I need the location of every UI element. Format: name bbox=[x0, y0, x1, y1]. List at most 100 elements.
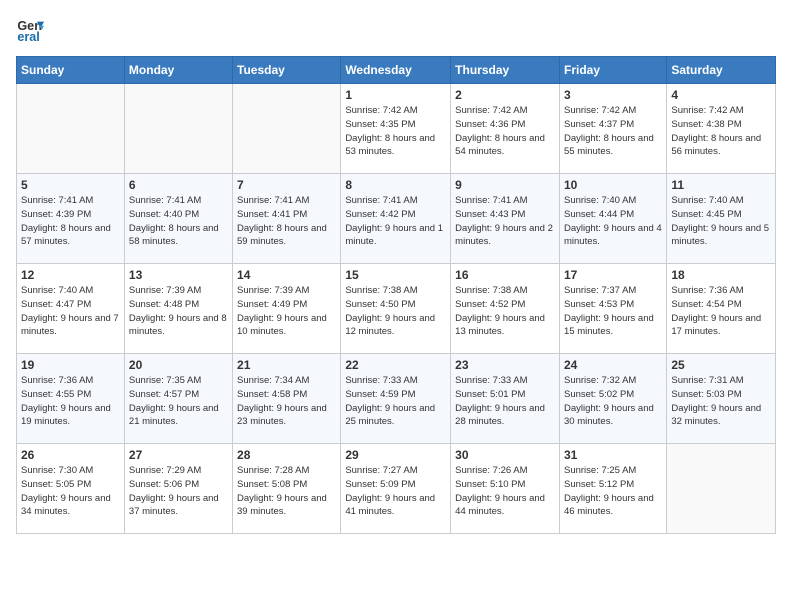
day-number: 24 bbox=[564, 358, 662, 372]
day-info: Sunrise: 7:41 AM Sunset: 4:40 PM Dayligh… bbox=[129, 194, 228, 249]
day-number: 31 bbox=[564, 448, 662, 462]
day-info: Sunrise: 7:25 AM Sunset: 5:12 PM Dayligh… bbox=[564, 464, 662, 519]
calendar-cell: 27 Sunrise: 7:29 AM Sunset: 5:06 PM Dayli… bbox=[124, 444, 232, 534]
weekday-header: Monday bbox=[124, 57, 232, 84]
day-info: Sunrise: 7:36 AM Sunset: 4:55 PM Dayligh… bbox=[21, 374, 120, 429]
calendar-week-row: 1 Sunrise: 7:42 AM Sunset: 4:35 PM Daylig… bbox=[17, 84, 776, 174]
weekday-header: Friday bbox=[559, 57, 666, 84]
day-info: Sunrise: 7:31 AM Sunset: 5:03 PM Dayligh… bbox=[671, 374, 771, 429]
calendar-cell bbox=[233, 84, 341, 174]
calendar-cell: 26 Sunrise: 7:30 AM Sunset: 5:05 PM Dayli… bbox=[17, 444, 125, 534]
calendar-week-row: 26 Sunrise: 7:30 AM Sunset: 5:05 PM Dayli… bbox=[17, 444, 776, 534]
day-info: Sunrise: 7:38 AM Sunset: 4:52 PM Dayligh… bbox=[455, 284, 555, 339]
day-info: Sunrise: 7:30 AM Sunset: 5:05 PM Dayligh… bbox=[21, 464, 120, 519]
calendar-cell: 15Sunrise: 7:38 AM Sunset: 4:50 PM Dayli… bbox=[341, 264, 451, 354]
day-number: 18 bbox=[671, 268, 771, 282]
day-info: Sunrise: 7:26 AM Sunset: 5:10 PM Dayligh… bbox=[455, 464, 555, 519]
day-info: Sunrise: 7:28 AM Sunset: 5:08 PM Dayligh… bbox=[237, 464, 336, 519]
day-number: 20 bbox=[129, 358, 228, 372]
weekday-header: Sunday bbox=[17, 57, 125, 84]
calendar-cell: 12Sunrise: 7:40 AM Sunset: 4:47 PM Dayli… bbox=[17, 264, 125, 354]
weekday-header: Thursday bbox=[451, 57, 560, 84]
calendar-cell: 24Sunrise: 7:32 AM Sunset: 5:02 PM Dayli… bbox=[559, 354, 666, 444]
day-info: Sunrise: 7:33 AM Sunset: 4:59 PM Dayligh… bbox=[345, 374, 446, 429]
day-info: Sunrise: 7:40 AM Sunset: 4:44 PM Dayligh… bbox=[564, 194, 662, 249]
calendar-cell: 5 Sunrise: 7:41 AM Sunset: 4:39 PM Daylig… bbox=[17, 174, 125, 264]
day-info: Sunrise: 7:33 AM Sunset: 5:01 PM Dayligh… bbox=[455, 374, 555, 429]
calendar-cell: 25Sunrise: 7:31 AM Sunset: 5:03 PM Dayli… bbox=[667, 354, 776, 444]
day-number: 8 bbox=[345, 178, 446, 192]
day-number: 5 bbox=[21, 178, 120, 192]
day-number: 22 bbox=[345, 358, 446, 372]
logo: Gen eral bbox=[16, 16, 48, 44]
day-number: 19 bbox=[21, 358, 120, 372]
weekday-header: Tuesday bbox=[233, 57, 341, 84]
day-info: Sunrise: 7:36 AM Sunset: 4:54 PM Dayligh… bbox=[671, 284, 771, 339]
day-number: 3 bbox=[564, 88, 662, 102]
day-number: 16 bbox=[455, 268, 555, 282]
calendar-cell: 8 Sunrise: 7:41 AM Sunset: 4:42 PM Daylig… bbox=[341, 174, 451, 264]
day-info: Sunrise: 7:37 AM Sunset: 4:53 PM Dayligh… bbox=[564, 284, 662, 339]
calendar-cell: 22 Sunrise: 7:33 AM Sunset: 4:59 PM Dayli… bbox=[341, 354, 451, 444]
weekday-header: Saturday bbox=[667, 57, 776, 84]
calendar-cell bbox=[667, 444, 776, 534]
logo-icon: Gen eral bbox=[16, 16, 44, 44]
calendar-cell: 16 Sunrise: 7:38 AM Sunset: 4:52 PM Dayli… bbox=[451, 264, 560, 354]
calendar-cell: 3 Sunrise: 7:42 AM Sunset: 4:37 PM Daylig… bbox=[559, 84, 666, 174]
calendar-cell: 13 Sunrise: 7:39 AM Sunset: 4:48 PM Dayli… bbox=[124, 264, 232, 354]
day-info: Sunrise: 7:41 AM Sunset: 4:43 PM Dayligh… bbox=[455, 194, 555, 249]
calendar-body: 1 Sunrise: 7:42 AM Sunset: 4:35 PM Daylig… bbox=[17, 84, 776, 534]
day-info: Sunrise: 7:29 AM Sunset: 5:06 PM Dayligh… bbox=[129, 464, 228, 519]
svg-text:eral: eral bbox=[17, 30, 39, 44]
day-number: 7 bbox=[237, 178, 336, 192]
day-info: Sunrise: 7:39 AM Sunset: 4:48 PM Dayligh… bbox=[129, 284, 228, 339]
calendar-cell: 11 Sunrise: 7:40 AM Sunset: 4:45 PM Dayli… bbox=[667, 174, 776, 264]
day-number: 23 bbox=[455, 358, 555, 372]
calendar-table: SundayMondayTuesdayWednesdayThursdayFrid… bbox=[16, 56, 776, 534]
day-number: 27 bbox=[129, 448, 228, 462]
page-header: Gen eral bbox=[16, 16, 776, 44]
day-number: 17 bbox=[564, 268, 662, 282]
calendar-week-row: 19 Sunrise: 7:36 AM Sunset: 4:55 PM Dayli… bbox=[17, 354, 776, 444]
day-info: Sunrise: 7:41 AM Sunset: 4:39 PM Dayligh… bbox=[21, 194, 120, 249]
day-info: Sunrise: 7:27 AM Sunset: 5:09 PM Dayligh… bbox=[345, 464, 446, 519]
calendar-cell bbox=[17, 84, 125, 174]
day-info: Sunrise: 7:40 AM Sunset: 4:45 PM Dayligh… bbox=[671, 194, 771, 249]
day-info: Sunrise: 7:39 AM Sunset: 4:49 PM Dayligh… bbox=[237, 284, 336, 339]
day-number: 14 bbox=[237, 268, 336, 282]
day-number: 26 bbox=[21, 448, 120, 462]
calendar-cell: 10 Sunrise: 7:40 AM Sunset: 4:44 PM Dayli… bbox=[559, 174, 666, 264]
calendar-header: SundayMondayTuesdayWednesdayThursdayFrid… bbox=[17, 57, 776, 84]
day-number: 6 bbox=[129, 178, 228, 192]
day-info: Sunrise: 7:42 AM Sunset: 4:35 PM Dayligh… bbox=[345, 104, 446, 159]
day-number: 10 bbox=[564, 178, 662, 192]
calendar-cell: 14 Sunrise: 7:39 AM Sunset: 4:49 PM Dayli… bbox=[233, 264, 341, 354]
calendar-cell: 19 Sunrise: 7:36 AM Sunset: 4:55 PM Dayli… bbox=[17, 354, 125, 444]
calendar-cell: 9 Sunrise: 7:41 AM Sunset: 4:43 PM Daylig… bbox=[451, 174, 560, 264]
calendar-cell: 1 Sunrise: 7:42 AM Sunset: 4:35 PM Daylig… bbox=[341, 84, 451, 174]
calendar-cell: 6 Sunrise: 7:41 AM Sunset: 4:40 PM Daylig… bbox=[124, 174, 232, 264]
day-info: Sunrise: 7:41 AM Sunset: 4:41 PM Dayligh… bbox=[237, 194, 336, 249]
calendar-cell: 7 Sunrise: 7:41 AM Sunset: 4:41 PM Daylig… bbox=[233, 174, 341, 264]
day-info: Sunrise: 7:34 AM Sunset: 4:58 PM Dayligh… bbox=[237, 374, 336, 429]
calendar-week-row: 12Sunrise: 7:40 AM Sunset: 4:47 PM Dayli… bbox=[17, 264, 776, 354]
day-info: Sunrise: 7:41 AM Sunset: 4:42 PM Dayligh… bbox=[345, 194, 446, 249]
day-number: 9 bbox=[455, 178, 555, 192]
calendar-cell: 2Sunrise: 7:42 AM Sunset: 4:36 PM Daylig… bbox=[451, 84, 560, 174]
calendar-cell: 23 Sunrise: 7:33 AM Sunset: 5:01 PM Dayli… bbox=[451, 354, 560, 444]
day-number: 28 bbox=[237, 448, 336, 462]
day-number: 29 bbox=[345, 448, 446, 462]
calendar-cell: 29 Sunrise: 7:27 AM Sunset: 5:09 PM Dayli… bbox=[341, 444, 451, 534]
calendar-cell: 31 Sunrise: 7:25 AM Sunset: 5:12 PM Dayli… bbox=[559, 444, 666, 534]
weekday-header: Wednesday bbox=[341, 57, 451, 84]
day-number: 2 bbox=[455, 88, 555, 102]
day-number: 4 bbox=[671, 88, 771, 102]
day-info: Sunrise: 7:42 AM Sunset: 4:38 PM Dayligh… bbox=[671, 104, 771, 159]
day-info: Sunrise: 7:42 AM Sunset: 4:37 PM Dayligh… bbox=[564, 104, 662, 159]
day-info: Sunrise: 7:35 AM Sunset: 4:57 PM Dayligh… bbox=[129, 374, 228, 429]
calendar-cell: 21Sunrise: 7:34 AM Sunset: 4:58 PM Dayli… bbox=[233, 354, 341, 444]
calendar-cell bbox=[124, 84, 232, 174]
day-number: 1 bbox=[345, 88, 446, 102]
day-number: 13 bbox=[129, 268, 228, 282]
day-number: 11 bbox=[671, 178, 771, 192]
